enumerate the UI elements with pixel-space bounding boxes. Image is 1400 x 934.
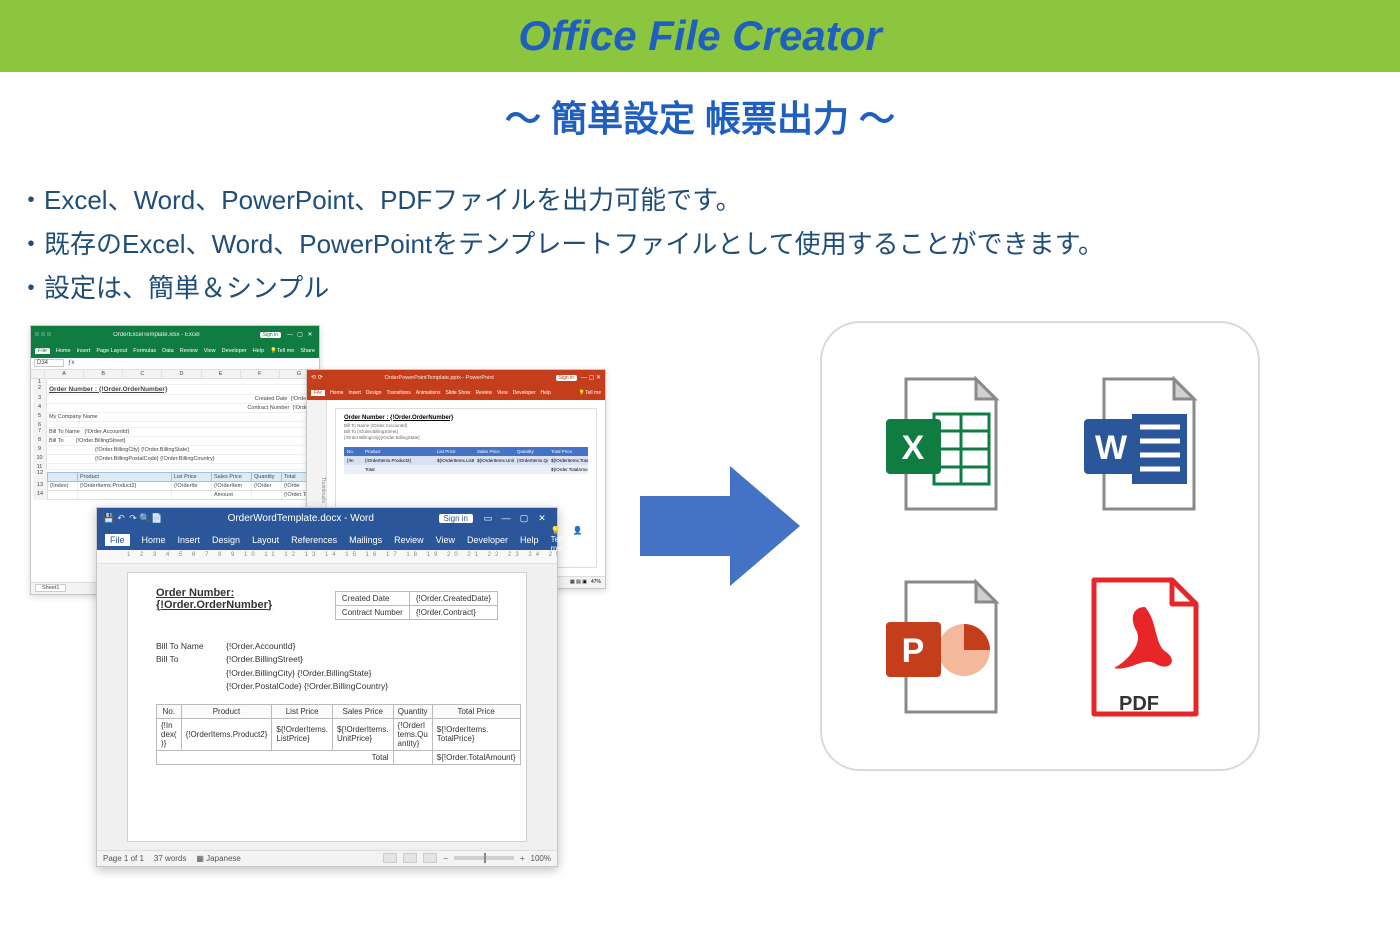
excel-signin-button[interactable]: Sign in bbox=[260, 332, 281, 338]
word-tellme[interactable]: 💡 Tell me bbox=[551, 526, 563, 553]
ppt-tab-file[interactable]: File bbox=[311, 390, 325, 396]
excel-tab-view[interactable]: View bbox=[204, 348, 216, 354]
excel-titlebar: OrderExcelTemplate.xlsx - Excel Sign in … bbox=[31, 326, 319, 344]
word-meta-table: Created Date{!Order.CreatedDate} Contrac… bbox=[335, 591, 498, 620]
word-zoom[interactable]: 100% bbox=[531, 854, 551, 863]
word-title: OrderWordTemplate.docx - Word bbox=[169, 513, 433, 524]
svg-text:X: X bbox=[902, 429, 925, 467]
subtitle: ～ 簡単設定 帳票出力 ～ bbox=[0, 90, 1400, 142]
excel-tab-data[interactable]: Data bbox=[162, 348, 174, 354]
excel-file-icon: X bbox=[876, 369, 1006, 519]
ppt-window-controls[interactable]: — ▢ ✕ bbox=[581, 374, 601, 381]
excel-column-headers: A B C D E F G bbox=[31, 370, 319, 379]
word-tab-review[interactable]: Review bbox=[394, 535, 424, 545]
ppt-tellme[interactable]: 💡Tell me bbox=[579, 390, 601, 396]
word-tab-help[interactable]: Help bbox=[520, 535, 539, 545]
excel-tab-developer[interactable]: Developer bbox=[222, 348, 247, 354]
word-tab-layout[interactable]: Layout bbox=[252, 535, 279, 545]
excel-order-number: Order Number : {!Order.OrderNumber} bbox=[47, 385, 317, 395]
word-view-print-icon[interactable] bbox=[403, 853, 417, 863]
word-page-indicator[interactable]: Page 1 of 1 bbox=[103, 854, 144, 863]
excel-tab-help[interactable]: Help bbox=[253, 348, 264, 354]
excel-window-controls[interactable]: —▢✕ bbox=[285, 331, 315, 338]
word-window: 💾↶↷🔍📄 OrderWordTemplate.docx - Word Sign… bbox=[96, 507, 558, 867]
banner: Office File Creator bbox=[0, 0, 1400, 72]
word-zoom-out[interactable]: − bbox=[443, 854, 448, 863]
pdf-file-icon: PDF bbox=[1074, 572, 1204, 722]
word-tab-home[interactable]: Home bbox=[142, 535, 166, 545]
word-word-count[interactable]: 37 words bbox=[154, 854, 186, 863]
excel-tab-home[interactable]: Home bbox=[56, 348, 71, 354]
ppt-order-number: Order Number : {!Order.OrderNumber} bbox=[344, 415, 588, 421]
word-items-table: No. Product List Price Sales Price Quant… bbox=[156, 704, 521, 765]
ppt-items-table: No.ProductList PriceSales PriceQuantityT… bbox=[344, 447, 588, 474]
excel-sheet-body: 1 2Order Number : {!Order.OrderNumber} 3… bbox=[31, 379, 319, 502]
word-file-icon: W bbox=[1074, 369, 1204, 519]
arrow-icon bbox=[640, 461, 800, 591]
excel-tab-formulas[interactable]: Formulas bbox=[133, 348, 156, 354]
excel-tab-review[interactable]: Review bbox=[180, 348, 198, 354]
illustration-stage: OrderExcelTemplate.xlsx - Excel Sign in … bbox=[0, 311, 1400, 931]
word-tab-references[interactable]: References bbox=[291, 535, 337, 545]
word-tab-design[interactable]: Design bbox=[212, 535, 240, 545]
word-qat[interactable]: 💾↶↷🔍📄 bbox=[103, 513, 163, 524]
ppt-ribbon[interactable]: File Home Insert Design Transitions Anim… bbox=[307, 386, 605, 400]
word-tab-view[interactable]: View bbox=[436, 535, 455, 545]
excel-sheet-tab[interactable]: Sheet1 bbox=[35, 584, 66, 592]
ppt-view-icons[interactable]: ▦ ▤ ▣ bbox=[570, 579, 587, 585]
word-tab-developer[interactable]: Developer bbox=[467, 535, 508, 545]
output-file-panel: X W P bbox=[820, 321, 1260, 771]
powerpoint-file-icon: P bbox=[876, 572, 1006, 722]
ppt-titlebar: ⟲ ⟳ OrderPowerPointTemplate.pptx - Power… bbox=[307, 370, 605, 386]
excel-items-row: {!index({!OrderItems.Product2}{!OrderIte… bbox=[47, 482, 317, 491]
word-view-web-icon[interactable] bbox=[423, 853, 437, 863]
ppt-billto: Bill To Name {!Order.AccountId} Bill To … bbox=[344, 423, 588, 442]
pdf-label: PDF bbox=[1074, 693, 1204, 716]
bullet-3: ・設定は、簡単＆シンプル bbox=[18, 266, 1400, 310]
word-ribbon[interactable]: File Home Insert Design Layout Reference… bbox=[97, 530, 557, 550]
word-window-controls[interactable]: ▭—▢✕ bbox=[479, 513, 551, 524]
word-signin-button[interactable]: Sign in bbox=[439, 514, 473, 523]
svg-text:W: W bbox=[1095, 429, 1128, 467]
banner-title: Office File Creator bbox=[518, 12, 881, 60]
bullet-1: ・Excel、Word、PowerPoint、PDFファイルを出力可能です。 bbox=[18, 178, 1400, 222]
excel-namebox[interactable]: D34 bbox=[34, 359, 64, 367]
ppt-qat: ⟲ ⟳ bbox=[311, 374, 323, 381]
excel-title: OrderExcelTemplate.xlsx - Excel bbox=[57, 332, 256, 338]
word-share[interactable]: 👤 Share bbox=[573, 526, 594, 553]
excel-qat bbox=[35, 332, 53, 338]
excel-fx-icon: ƒx bbox=[68, 360, 74, 366]
svg-text:P: P bbox=[902, 632, 925, 670]
excel-items-header: ProductList PriceSales PriceQuantityTota… bbox=[47, 472, 317, 482]
word-zoom-slider[interactable] bbox=[454, 856, 514, 860]
excel-tellme[interactable]: 💡Tell me bbox=[270, 348, 294, 354]
excel-tab-pagelayout[interactable]: Page Layout bbox=[96, 348, 127, 354]
ppt-zoom[interactable]: 47% bbox=[591, 579, 601, 585]
ppt-title: OrderPowerPointTemplate.pptx - PowerPoin… bbox=[327, 375, 552, 381]
ppt-signin-button[interactable]: Sign in bbox=[556, 375, 577, 381]
excel-ribbon[interactable]: File Home Insert Page Layout Formulas Da… bbox=[31, 344, 319, 358]
excel-tab-file[interactable]: File bbox=[35, 348, 50, 354]
word-language[interactable]: ▦ Japanese bbox=[196, 854, 240, 863]
word-billto: Bill To Name{!Order.AccountId} Bill To{!… bbox=[156, 640, 498, 694]
word-titlebar: 💾↶↷🔍📄 OrderWordTemplate.docx - Word Sign… bbox=[97, 508, 557, 530]
word-canvas: Created Date{!Order.CreatedDate} Contrac… bbox=[97, 564, 557, 850]
excel-formula-bar[interactable]: D34 ƒx bbox=[31, 358, 319, 370]
word-statusbar: Page 1 of 1 37 words ▦ Japanese − + 100% bbox=[97, 850, 557, 866]
excel-tab-insert[interactable]: Insert bbox=[77, 348, 91, 354]
excel-share[interactable]: Share bbox=[300, 348, 315, 354]
excel-items-total: Amount{!Order.TotalAm bbox=[47, 491, 317, 500]
word-zoom-in[interactable]: + bbox=[520, 854, 525, 863]
word-tab-file[interactable]: File bbox=[105, 534, 130, 546]
word-tab-insert[interactable]: Insert bbox=[178, 535, 201, 545]
bullet-2: ・既存のExcel、Word、PowerPointをテンプレートファイルとして使… bbox=[18, 222, 1400, 266]
word-page: Created Date{!Order.CreatedDate} Contrac… bbox=[127, 572, 527, 842]
word-ruler: 1 2 3 4 5 6 7 8 9 10 11 12 13 14 15 16 1… bbox=[97, 550, 557, 564]
feature-bullets: ・Excel、Word、PowerPoint、PDFファイルを出力可能です。 ・… bbox=[18, 178, 1400, 311]
word-view-read-icon[interactable] bbox=[383, 853, 397, 863]
word-tab-mailings[interactable]: Mailings bbox=[349, 535, 382, 545]
